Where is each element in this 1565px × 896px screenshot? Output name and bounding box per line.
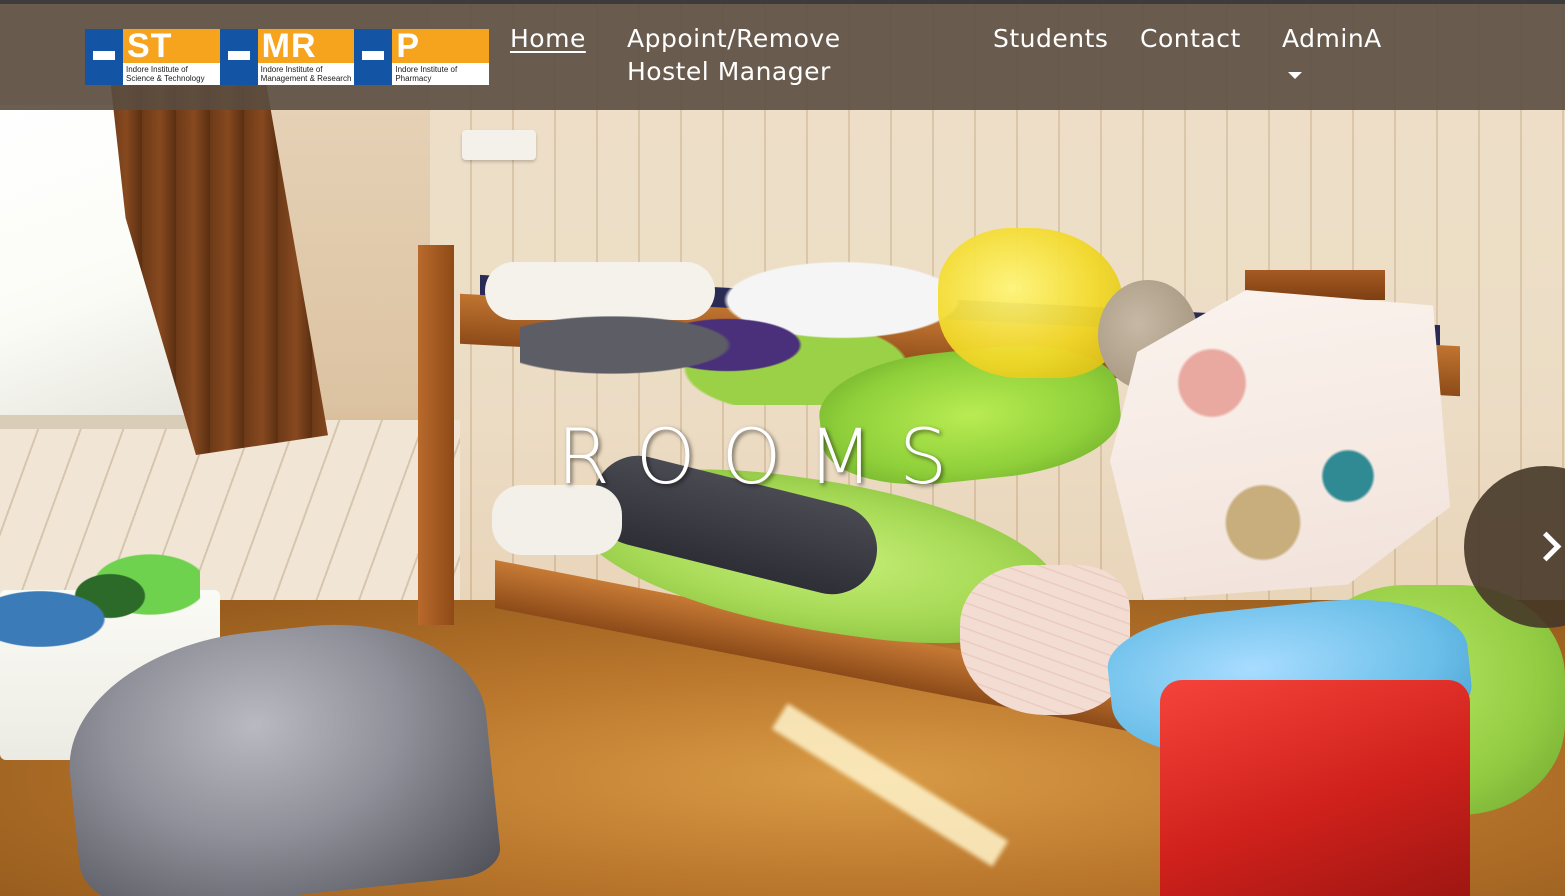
logo-caption: Indore Institute of Management & Researc… xyxy=(257,63,355,85)
nav-contact-link[interactable]: Contact xyxy=(1140,22,1241,55)
bedroll xyxy=(960,565,1130,715)
logo-letters: P xyxy=(392,29,490,63)
institute-logo[interactable]: ST Indore Institute of Science & Technol… xyxy=(85,29,490,85)
logo-block-p: P Indore Institute of Pharmacy xyxy=(354,29,490,85)
logo-block-st: ST Indore Institute of Science & Technol… xyxy=(85,29,220,85)
red-backpack xyxy=(1160,680,1470,896)
logo-letters: ST xyxy=(123,29,220,63)
logo-i-mark xyxy=(85,29,123,85)
yellow-bag xyxy=(938,228,1123,378)
page: ST Indore Institute of Science & Technol… xyxy=(0,0,1565,896)
wall-lamp xyxy=(462,130,536,160)
logo-block-mr: MR Indore Institute of Management & Rese… xyxy=(219,29,355,85)
logo-right: MR Indore Institute of Management & Rese… xyxy=(257,29,355,85)
bunk-post xyxy=(418,245,454,625)
nav-students-link[interactable]: Students xyxy=(993,22,1108,55)
nav-admin-dropdown[interactable]: AdminA xyxy=(1282,22,1382,55)
logo-right: ST Indore Institute of Science & Technol… xyxy=(123,29,220,85)
nav-home-link[interactable]: Home xyxy=(510,22,586,55)
nav-appoint-remove-manager-link[interactable]: Appoint/Remove Hostel Manager xyxy=(627,22,927,88)
logo-letters: MR xyxy=(257,29,355,63)
logo-right: P Indore Institute of Pharmacy xyxy=(392,29,490,85)
logo-caption: Indore Institute of Science & Technology xyxy=(123,63,220,85)
navbar: ST Indore Institute of Science & Technol… xyxy=(0,4,1565,110)
caret-down-icon[interactable] xyxy=(1288,72,1302,79)
logo-i-mark xyxy=(219,29,258,85)
logo-caption: Indore Institute of Pharmacy xyxy=(392,63,490,85)
hero-title: ROOMS xyxy=(557,412,974,501)
logo-i-mark xyxy=(354,29,393,85)
towels xyxy=(0,550,200,665)
